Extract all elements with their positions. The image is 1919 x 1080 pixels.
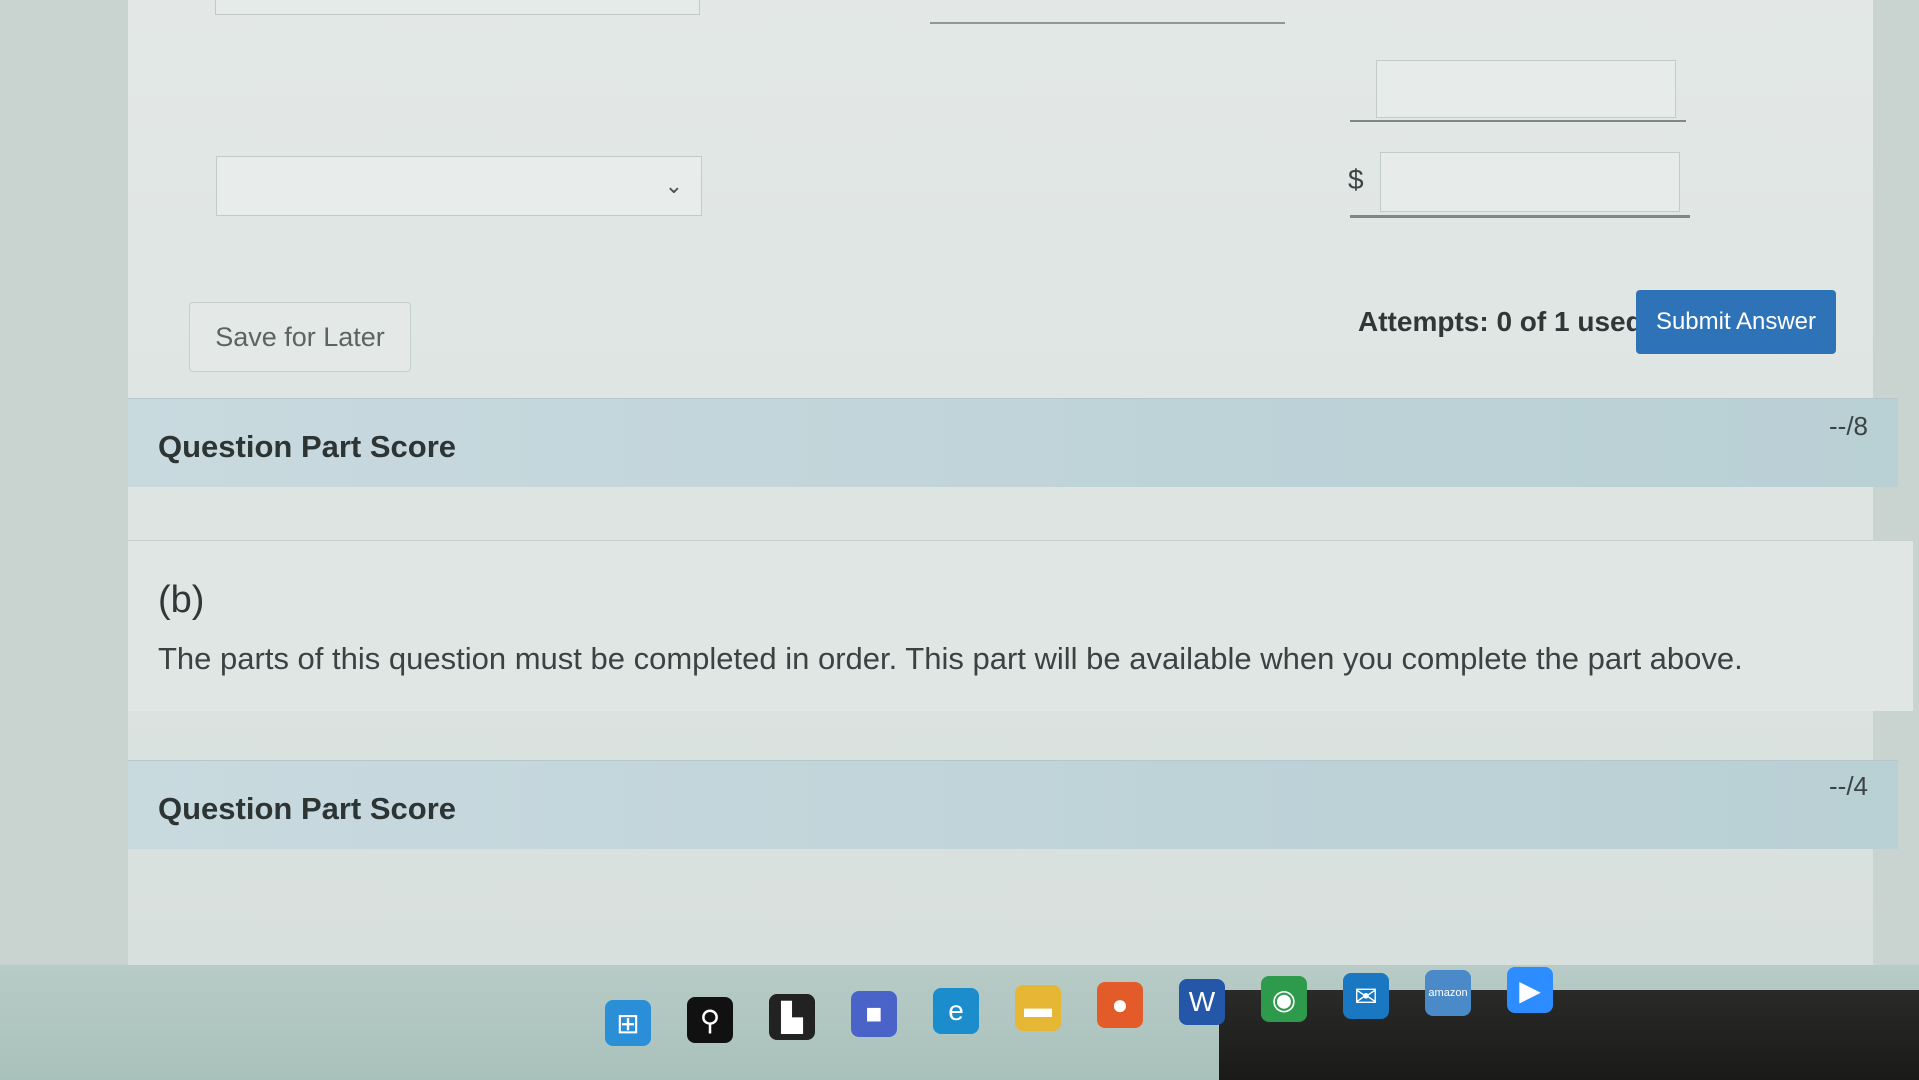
chat-icon[interactable]: ■: [851, 991, 897, 1037]
word-icon[interactable]: W: [1179, 979, 1225, 1025]
attempts-counter: Attempts: 0 of 1 used: [1358, 306, 1643, 337]
windows-start-icon[interactable]: ⊞: [605, 1000, 651, 1046]
answer-input-1[interactable]: [1376, 60, 1676, 118]
answer-underline-1: [1350, 120, 1686, 122]
monitor-bezel: [1219, 990, 1919, 1080]
part-b-label: (b): [158, 579, 205, 621]
total-double-underline: [1350, 215, 1690, 218]
save-for-later-button[interactable]: Save for Later: [189, 302, 411, 372]
question-part-score-bar-b: Question Part Score --/4: [128, 760, 1898, 849]
score-value: --/4: [1829, 771, 1868, 801]
answer-underline-top: [930, 22, 1285, 24]
edge-icon[interactable]: e: [933, 988, 979, 1034]
score-label: Question Part Score: [158, 429, 457, 464]
score-value: --/8: [1829, 411, 1868, 441]
submit-answer-button[interactable]: Submit Answer: [1636, 290, 1836, 354]
answer-dropdown[interactable]: ⌄: [216, 156, 702, 216]
firefox-icon[interactable]: ●: [1097, 982, 1143, 1028]
search-icon[interactable]: ⚲: [687, 997, 733, 1043]
chrome-icon[interactable]: ◉: [1261, 976, 1307, 1022]
mail-icon[interactable]: ✉: [1343, 973, 1389, 1019]
chevron-down-icon: ⌄: [664, 173, 683, 198]
task-view-icon[interactable]: ▙: [769, 994, 815, 1040]
file-explorer-icon[interactable]: ▬: [1015, 985, 1061, 1031]
part-b-section: (b) The parts of this question must be c…: [128, 540, 1913, 711]
zoom-icon[interactable]: ▶: [1507, 967, 1553, 1013]
dollar-sign: $: [1348, 164, 1364, 195]
answer-input-top-left[interactable]: [215, 0, 700, 15]
part-b-locked-message: The parts of this question must be compl…: [158, 641, 1743, 676]
question-part-score-bar-a: Question Part Score --/8: [128, 398, 1898, 487]
score-label: Question Part Score: [158, 791, 457, 826]
amazon-icon[interactable]: amazon: [1425, 970, 1471, 1016]
dollar-amount-input[interactable]: [1380, 152, 1680, 212]
